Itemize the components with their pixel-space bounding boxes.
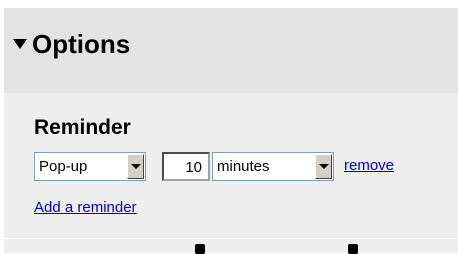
options-body: Reminder Pop-up 10 minutes remove Add a …: [4, 93, 458, 254]
cropped-mark: [195, 244, 205, 254]
add-reminder-link[interactable]: Add a reminder: [34, 198, 137, 218]
options-title[interactable]: Options: [32, 28, 130, 60]
reminder-unit-value: minutes: [217, 158, 270, 175]
dropdown-arrow-icon[interactable]: [127, 154, 144, 179]
reminder-heading: Reminder: [34, 116, 131, 139]
dropdown-arrow-icon[interactable]: [315, 154, 332, 179]
reminder-unit-select[interactable]: minutes: [212, 152, 334, 181]
reminder-amount-input[interactable]: 10: [162, 152, 210, 181]
reminder-type-select[interactable]: Pop-up: [34, 152, 146, 181]
reminder-type-value: Pop-up: [39, 158, 88, 175]
cropped-mark: [348, 244, 358, 254]
collapse-arrow-icon[interactable]: [13, 39, 27, 49]
cropped-content: [4, 239, 458, 254]
remove-reminder-link[interactable]: remove: [344, 156, 394, 176]
options-header[interactable]: Options: [4, 8, 458, 90]
options-panel: Options Reminder Pop-up 10 minutes remov…: [4, 8, 458, 254]
